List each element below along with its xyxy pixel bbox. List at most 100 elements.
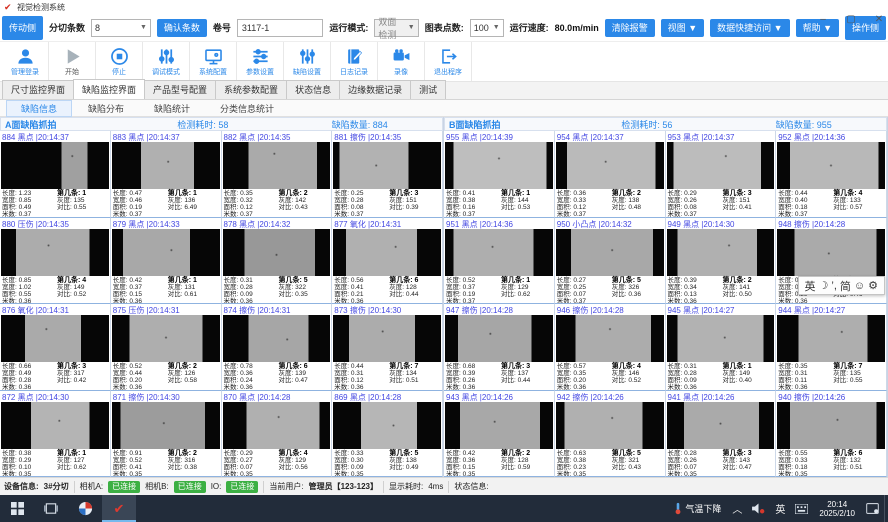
defect-cell[interactable]: 951 黑点 |20:14:36长度: 0.52宽度: 0.37面积: 0.19… bbox=[444, 218, 555, 305]
action-button-9[interactable]: 退出程序 bbox=[425, 42, 472, 81]
defect-thumbnail[interactable] bbox=[667, 229, 775, 276]
defect-thumbnail[interactable] bbox=[223, 229, 331, 276]
slit-count-select[interactable]: 8 ▼ bbox=[91, 19, 151, 37]
defect-cell[interactable]: 955 黑点 |20:14:39长度: 0.41宽度: 0.38面积: 0.16… bbox=[444, 131, 555, 218]
action-button-3[interactable]: 调试模式 bbox=[143, 42, 190, 81]
defect-cell[interactable]: 873 擦伤 |20:14:30长度: 0.44宽度: 0.31面积: 0.12… bbox=[332, 304, 443, 391]
defect-cell[interactable]: 949 黑点 |20:14:30长度: 0.39宽度: 0.34面积: 0.13… bbox=[666, 218, 777, 305]
main-tab-3[interactable]: 系统参数配置 bbox=[215, 80, 287, 99]
action-button-2[interactable]: 停止 bbox=[96, 42, 143, 81]
taskbar-active-app-icon[interactable]: ✔ bbox=[102, 495, 136, 522]
defect-thumbnail[interactable] bbox=[556, 315, 664, 362]
defect-thumbnail[interactable] bbox=[333, 315, 441, 362]
view-menu-button[interactable]: 视图 ▼ bbox=[661, 19, 704, 37]
defect-thumbnail[interactable] bbox=[667, 402, 775, 449]
maximize-button[interactable]: ▢ bbox=[844, 14, 858, 25]
clear-alarm-button[interactable]: 清除报警 bbox=[605, 19, 655, 37]
weather-widget[interactable]: 气温下降 bbox=[668, 502, 727, 515]
defect-cell[interactable]: 943 黑点 |20:14:26长度: 0.42宽度: 0.36面积: 0.15… bbox=[444, 391, 555, 478]
task-view-button[interactable] bbox=[34, 495, 68, 522]
data-quick-access-button[interactable]: 数据快捷访问 ▼ bbox=[710, 19, 789, 37]
sub-tab-3[interactable]: 分类信息统计 bbox=[206, 101, 288, 116]
defect-cell[interactable]: 881 擦伤 |20:14:35长度: 0.25宽度: 0.28面积: 0.08… bbox=[332, 131, 443, 218]
defect-cell[interactable]: 944 黑点 |20:14:27长度: 0.35宽度: 0.31面积: 0.11… bbox=[776, 304, 887, 391]
ime-simplified-toggle[interactable]: 简 bbox=[840, 278, 851, 294]
defect-thumbnail[interactable] bbox=[1, 229, 109, 276]
defect-thumbnail[interactable] bbox=[1, 315, 109, 362]
roll-number-input[interactable]: 3117-1 bbox=[237, 19, 323, 37]
defect-thumbnail[interactable] bbox=[333, 402, 441, 449]
volume-muted-icon[interactable] bbox=[747, 503, 770, 514]
action-button-7[interactable]: 日志记录 bbox=[331, 42, 378, 81]
defect-thumbnail[interactable] bbox=[777, 142, 885, 189]
defect-thumbnail[interactable] bbox=[777, 315, 885, 362]
defect-cell[interactable]: 952 黑点 |20:14:36长度: 0.44宽度: 0.40面积: 0.18… bbox=[776, 131, 887, 218]
defect-thumbnail[interactable] bbox=[445, 315, 553, 362]
touch-keyboard-icon[interactable] bbox=[790, 504, 813, 514]
main-tab-0[interactable]: 尺寸监控界面 bbox=[2, 80, 74, 99]
defect-thumbnail[interactable] bbox=[556, 142, 664, 189]
defect-cell[interactable]: 946 擦伤 |20:14:28长度: 0.57宽度: 0.35面积: 0.20… bbox=[555, 304, 666, 391]
action-button-1[interactable]: 开始 bbox=[49, 42, 96, 81]
action-button-0[interactable]: 管理登录 bbox=[2, 42, 49, 81]
defect-cell[interactable]: 869 黑点 |20:14:28长度: 0.33宽度: 0.30面积: 0.09… bbox=[332, 391, 443, 478]
defect-thumbnail[interactable] bbox=[667, 315, 775, 362]
defect-thumbnail[interactable] bbox=[556, 402, 664, 449]
ime-punctuation-toggle[interactable]: ’, bbox=[831, 280, 837, 292]
defect-cell[interactable]: 947 擦伤 |20:14:28长度: 0.68宽度: 0.39面积: 0.26… bbox=[444, 304, 555, 391]
defect-thumbnail[interactable] bbox=[1, 142, 109, 189]
defect-cell[interactable]: 874 擦伤 |20:14:31长度: 0.78宽度: 0.36面积: 0.24… bbox=[222, 304, 333, 391]
minimize-button[interactable]: – bbox=[816, 14, 830, 25]
defect-thumbnail[interactable] bbox=[223, 315, 331, 362]
notification-center-icon[interactable] bbox=[861, 503, 884, 514]
defect-thumbnail[interactable] bbox=[445, 142, 553, 189]
defect-thumbnail[interactable] bbox=[223, 142, 331, 189]
close-button[interactable]: ✕ bbox=[872, 14, 886, 25]
action-button-4[interactable]: 系统配置 bbox=[190, 42, 237, 81]
defect-thumbnail[interactable] bbox=[667, 142, 775, 189]
defect-thumbnail[interactable] bbox=[1, 402, 109, 449]
defect-cell[interactable]: 945 黑点 |20:14:27长度: 0.31宽度: 0.28面积: 0.09… bbox=[666, 304, 777, 391]
defect-cell[interactable]: 954 黑点 |20:14:37长度: 0.36宽度: 0.33面积: 0.12… bbox=[555, 131, 666, 218]
defect-thumbnail[interactable] bbox=[112, 229, 220, 276]
defect-thumbnail[interactable] bbox=[112, 315, 220, 362]
main-tab-2[interactable]: 产品型号配置 bbox=[144, 80, 216, 99]
action-button-8[interactable]: 录像 bbox=[378, 42, 425, 81]
show-desktop-button[interactable] bbox=[884, 495, 888, 522]
main-tab-5[interactable]: 边缘数据记录 bbox=[339, 80, 411, 99]
ime-english-toggle[interactable]: 英 bbox=[805, 278, 816, 294]
defect-cell[interactable]: 883 黑点 |20:14:37长度: 0.47宽度: 0.46面积: 0.19… bbox=[111, 131, 222, 218]
defect-cell[interactable]: 877 氧化 |20:14:31长度: 0.56宽度: 0.41面积: 0.21… bbox=[332, 218, 443, 305]
sub-tab-2[interactable]: 缺陷统计 bbox=[140, 101, 204, 116]
defect-cell[interactable]: 953 黑点 |20:14:37长度: 0.29宽度: 0.26面积: 0.08… bbox=[666, 131, 777, 218]
defect-cell[interactable]: 875 压伤 |20:14:31长度: 0.52宽度: 0.44面积: 0.20… bbox=[111, 304, 222, 391]
action-button-6[interactable]: 缺陷设置 bbox=[284, 42, 331, 81]
sub-tab-0[interactable]: 缺陷信息 bbox=[6, 100, 72, 117]
ime-language-indicator[interactable]: 英 bbox=[770, 501, 790, 516]
defect-cell[interactable]: 942 擦伤 |20:14:26长度: 0.63宽度: 0.38面积: 0.23… bbox=[555, 391, 666, 478]
defect-cell[interactable]: 941 黑点 |20:14:26长度: 0.28宽度: 0.26面积: 0.07… bbox=[666, 391, 777, 478]
defect-thumbnail[interactable] bbox=[112, 402, 220, 449]
main-tab-4[interactable]: 状态信息 bbox=[286, 80, 340, 99]
defect-thumbnail[interactable] bbox=[777, 229, 885, 276]
defect-cell[interactable]: 872 黑点 |20:14:30长度: 0.38宽度: 0.29面积: 0.10… bbox=[0, 391, 111, 478]
ime-halfwidth-icon[interactable]: ☽ bbox=[819, 279, 829, 292]
defect-thumbnail[interactable] bbox=[777, 402, 885, 449]
defect-cell[interactable]: 940 擦伤 |20:14:26长度: 0.55宽度: 0.33面积: 0.18… bbox=[776, 391, 887, 478]
defect-thumbnail[interactable] bbox=[333, 142, 441, 189]
defect-cell[interactable]: 871 擦伤 |20:14:30长度: 0.91宽度: 0.52面积: 0.41… bbox=[111, 391, 222, 478]
defect-cell[interactable]: 870 黑点 |20:14:28长度: 0.29宽度: 0.27面积: 0.07… bbox=[222, 391, 333, 478]
defect-cell[interactable]: 876 氧化 |20:14:31长度: 0.66宽度: 0.49面积: 0.28… bbox=[0, 304, 111, 391]
run-mode-select[interactable]: 双面检测 ▼ bbox=[374, 19, 418, 37]
defect-thumbnail[interactable] bbox=[445, 229, 553, 276]
taskbar-app-icon[interactable] bbox=[68, 495, 102, 522]
sub-tab-1[interactable]: 缺陷分布 bbox=[74, 101, 138, 116]
defect-cell[interactable]: 880 压伤 |20:14:35长度: 0.85宽度: 1.02面积: 0.55… bbox=[0, 218, 111, 305]
defect-thumbnail[interactable] bbox=[333, 229, 441, 276]
chart-points-select[interactable]: 100 ▼ bbox=[470, 19, 504, 37]
defect-cell[interactable]: 950 小凸点 |20:14:32长度: 0.27宽度: 0.25面积: 0.0… bbox=[555, 218, 666, 305]
ime-settings-gear-icon[interactable]: ⚙ bbox=[868, 279, 878, 292]
drive-side-button[interactable]: 传动侧 bbox=[2, 16, 43, 40]
defect-cell[interactable]: 882 黑点 |20:14:35长度: 0.35宽度: 0.32面积: 0.12… bbox=[222, 131, 333, 218]
defect-thumbnail[interactable] bbox=[112, 142, 220, 189]
